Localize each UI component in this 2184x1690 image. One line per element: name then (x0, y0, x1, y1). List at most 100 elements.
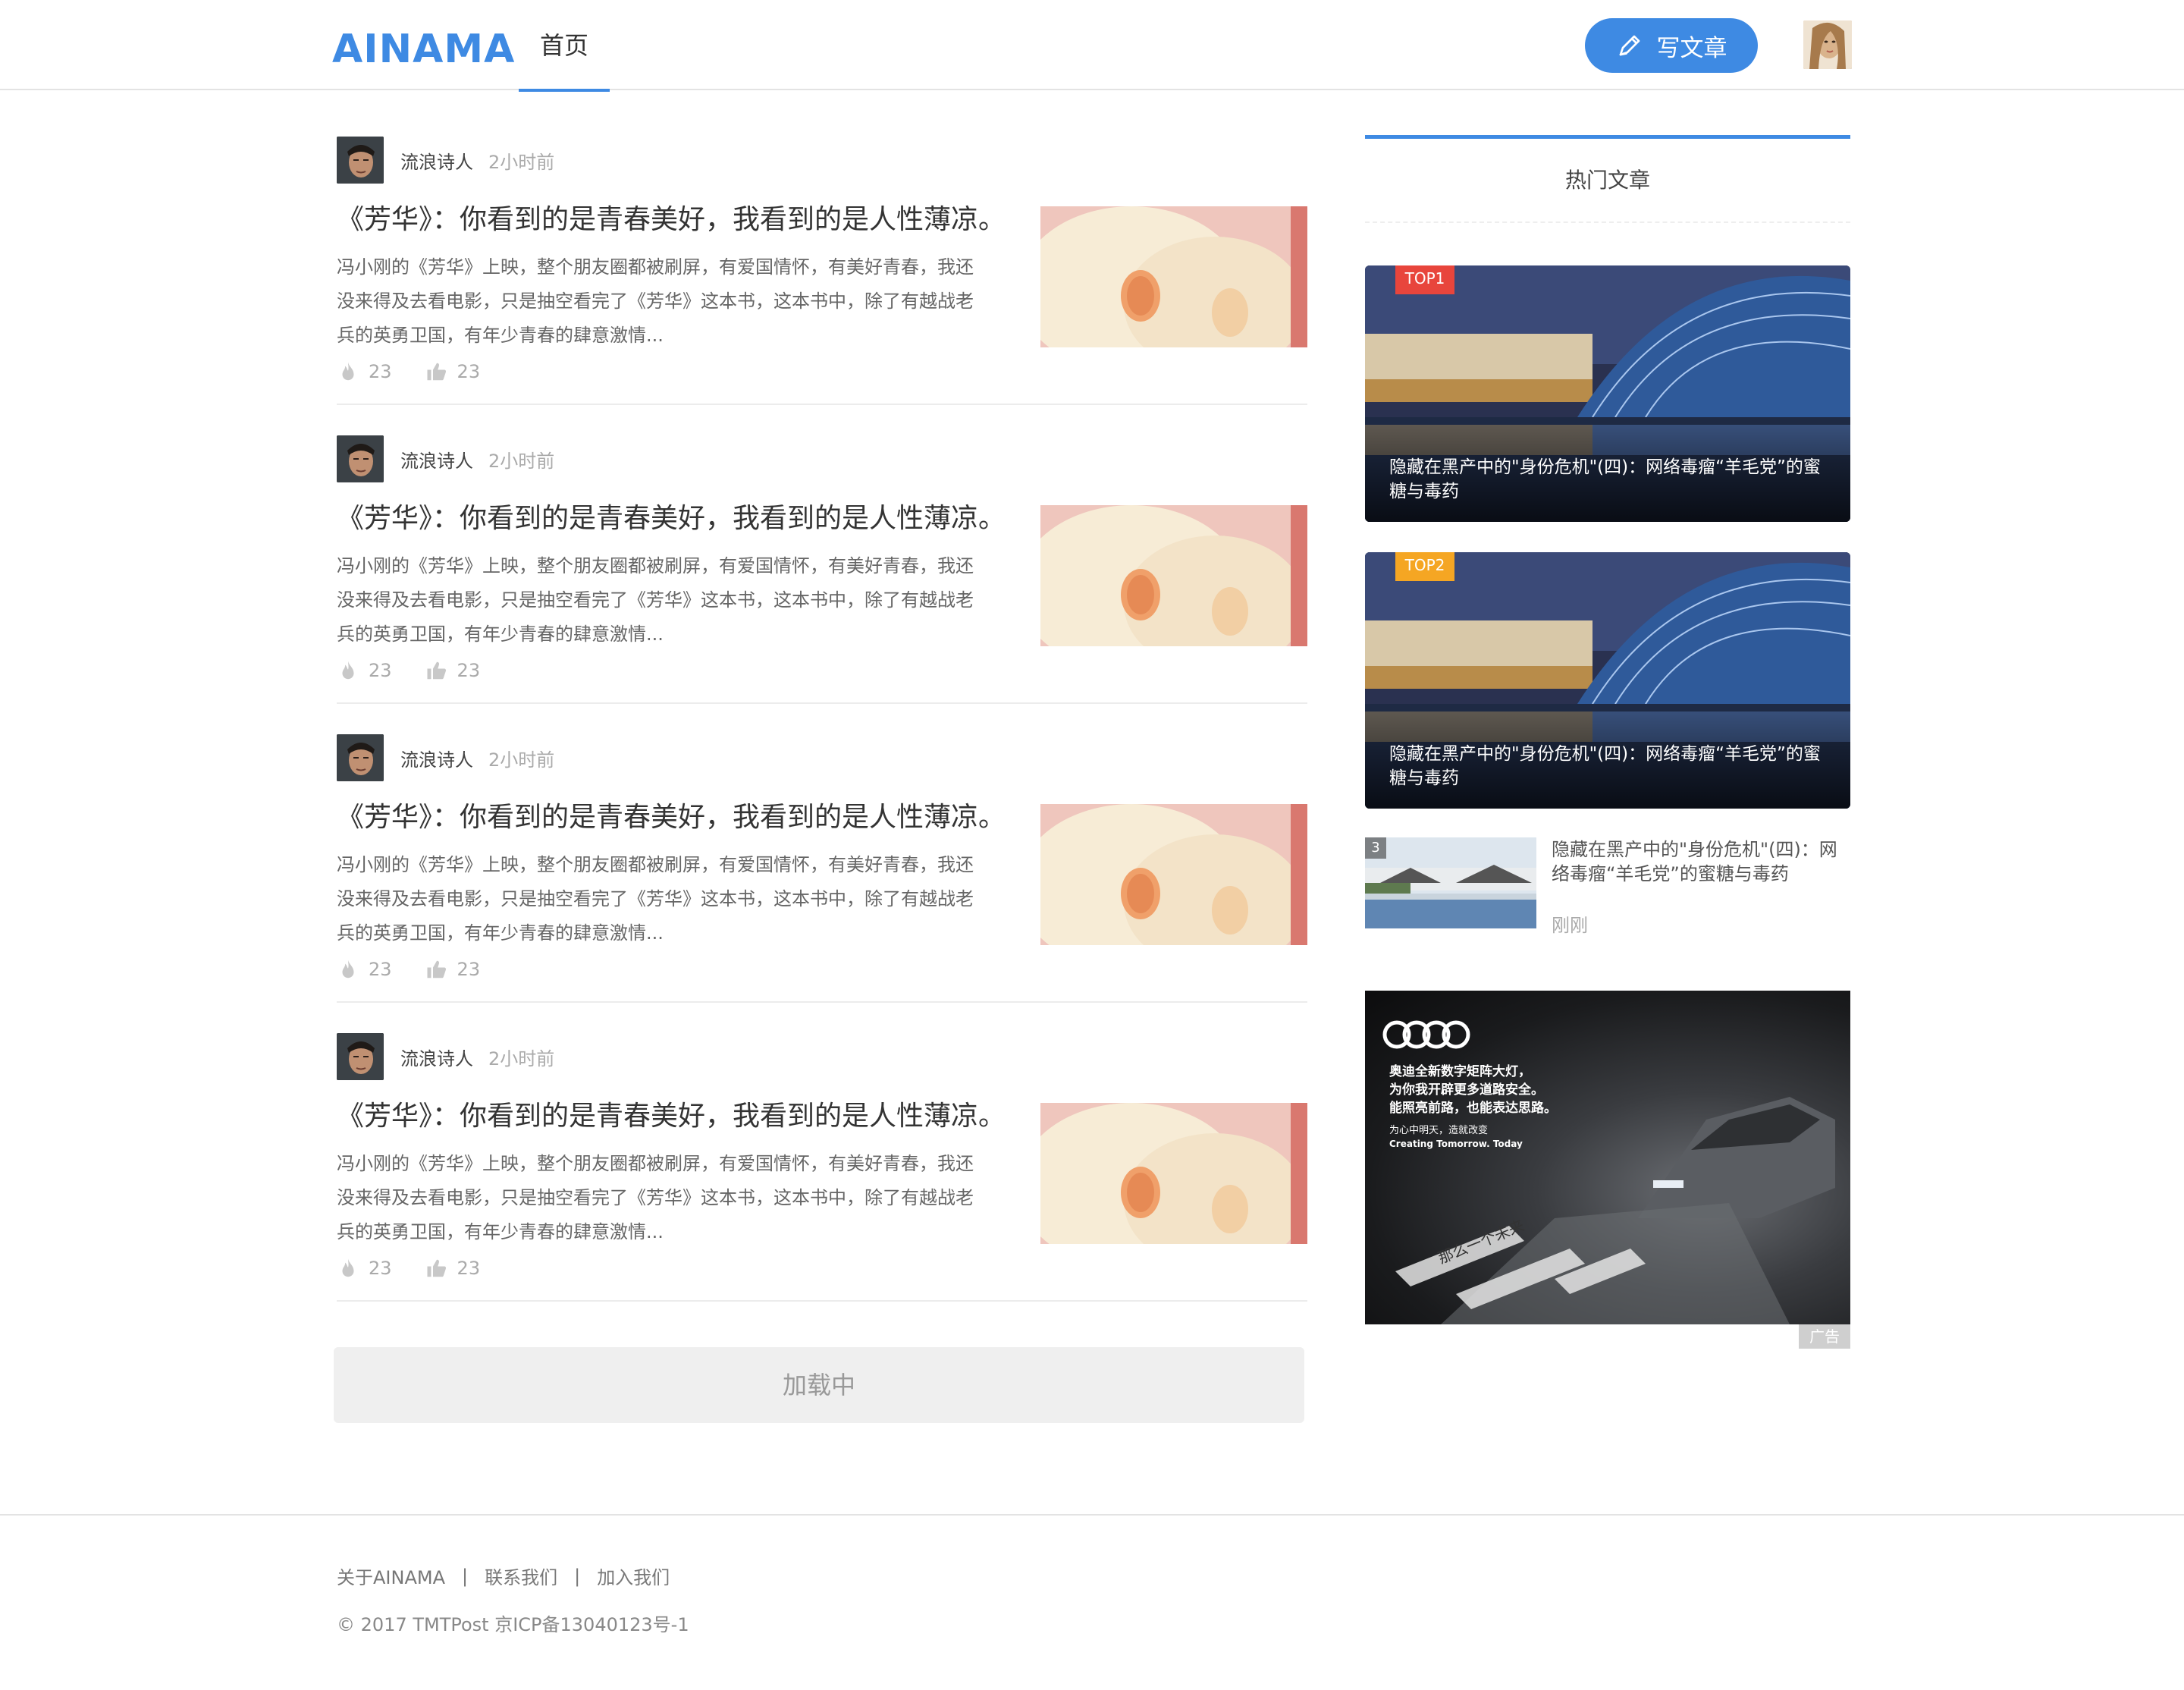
top-rank-badge: TOP1 (1395, 265, 1454, 294)
likes-stat[interactable]: 23 (425, 958, 481, 981)
article-stats: 23 23 (337, 655, 513, 686)
author-avatar[interactable] (337, 734, 384, 781)
audi-rings-logo (1382, 1020, 1470, 1049)
author-avatar-image (337, 137, 384, 184)
author-avatar-image (337, 435, 384, 482)
top-header: AINAMA 首页 写文章 (0, 0, 2184, 92)
likes-count: 23 (457, 660, 481, 681)
author-name[interactable]: 流浪诗人 (400, 446, 473, 473)
hot-article-title[interactable]: 隐藏在黑产中的"身份危机"(四)：网络毒瘤“羊毛党”的蜜糖与毒药 (1389, 742, 1837, 790)
likes-stat[interactable]: 23 (425, 659, 481, 682)
ad-headline-2: 为你我开辟更多道路安全。 (1389, 1082, 1544, 1098)
footer-link-join[interactable]: 加入我们 (597, 1563, 670, 1589)
article-item[interactable]: 流浪诗人 2小时前 《芳华》：你看到的是青春美好，我看到的是人性薄凉。 冯小刚的… (337, 106, 1307, 405)
post-time: 2小时前 (488, 451, 555, 472)
user-avatar-image (1803, 20, 1852, 69)
likes-stat[interactable]: 23 (425, 360, 481, 383)
ad-slogan-cn: 为心中明天，造就改变 (1389, 1124, 1488, 1136)
views-count: 23 (369, 361, 392, 382)
author-name[interactable]: 流浪诗人 (400, 745, 473, 771)
ad-label: 广告 (1799, 1324, 1850, 1349)
write-article-button[interactable]: 写文章 (1585, 18, 1758, 73)
nav-active-indicator (519, 89, 610, 92)
hot-article-title[interactable]: 隐藏在黑产中的"身份危机"(四)：网络毒瘤“羊毛党”的蜜糖与毒药 (1389, 455, 1837, 504)
copyright-text: © 2017 TMTPost 京ICP备13040123号-1 (337, 1614, 689, 1635)
article-title[interactable]: 《芳华》：你看到的是青春美好，我看到的是人性薄凉。 (337, 1097, 1034, 1136)
ad-headline-3: 能照亮前路，也能表达思路。 (1389, 1100, 1557, 1116)
likes-count: 23 (457, 1258, 481, 1279)
views-count: 23 (369, 959, 392, 980)
footer-link-about[interactable]: 关于AINAMA (337, 1563, 445, 1589)
article-feed: 流浪诗人 2小时前 《芳华》：你看到的是青春美好，我看到的是人性薄凉。 冯小刚的… (337, 106, 1307, 1302)
article-thumbnail[interactable] (1040, 804, 1307, 945)
likes-stat[interactable]: 23 (425, 1257, 481, 1280)
hot-article-thumbnail[interactable]: 3 (1365, 837, 1536, 928)
views-stat: 23 (337, 360, 392, 383)
views-stat: 23 (337, 1257, 392, 1280)
post-time: 2小时前 (488, 749, 555, 771)
write-article-label: 写文章 (1656, 34, 1727, 62)
hot-article-card-top1[interactable]: TOP1 隐藏在黑产中的"身份危机"(四)：网络毒瘤“羊毛党”的蜜糖与毒药 (1365, 265, 1850, 522)
article-item[interactable]: 流浪诗人 2小时前 《芳华》：你看到的是青春美好，我看到的是人性薄凉。 冯小刚的… (337, 704, 1307, 1003)
views-stat: 23 (337, 958, 392, 981)
fire-icon (342, 661, 354, 680)
author-avatar[interactable] (337, 435, 384, 482)
advertisement-banner[interactable]: 奥迪全新数字矩阵大灯， 为你我开辟更多道路安全。 能照亮前路，也能表达思路。 为… (1365, 991, 1850, 1324)
fire-icon (342, 362, 354, 381)
article-excerpt: 冯小刚的《芳华》上映，整个朋友圈都被刷屏，有爱国情怀，有美好青春，我还没来得及去… (337, 555, 974, 645)
article-item[interactable]: 流浪诗人 2小时前 《芳华》：你看到的是青春美好，我看到的是人性薄凉。 冯小刚的… (337, 405, 1307, 704)
article-excerpt: 冯小刚的《芳华》上映，整个朋友圈都被刷屏，有爱国情怀，有美好青春，我还没来得及去… (337, 854, 974, 944)
author-avatar-image (337, 1033, 384, 1080)
article-stats: 23 23 (337, 357, 513, 387)
likes-count: 23 (457, 959, 481, 980)
top-rank-badge: TOP2 (1395, 552, 1454, 581)
article-thumbnail-image (1040, 804, 1307, 945)
footer-separator: | (574, 1565, 581, 1587)
article-thumbnail[interactable] (1040, 1103, 1307, 1244)
likes-count: 23 (457, 361, 481, 382)
article-thumbnail[interactable] (1040, 505, 1307, 646)
views-count: 23 (369, 1258, 392, 1279)
nav-tab-home-label: 首页 (539, 31, 588, 60)
nav-tab-home[interactable]: 首页 (519, 0, 610, 92)
article-title[interactable]: 《芳华》：你看到的是青春美好，我看到的是人性薄凉。 (337, 499, 1034, 539)
article-title[interactable]: 《芳华》：你看到的是青春美好，我看到的是人性薄凉。 (337, 200, 1034, 240)
hot-article-item-3[interactable]: 3 隐藏在黑产中的"身份危机"(四)：网络毒瘤“羊毛党”的蜜糖与毒药 刚刚 (1365, 837, 1850, 936)
article-thumbnail-image (1040, 206, 1307, 347)
footer-separator: | (462, 1565, 469, 1587)
site-logo[interactable]: AINAMA (332, 23, 515, 76)
views-count: 23 (369, 660, 392, 681)
load-more-button[interactable]: 加载中 (334, 1347, 1304, 1423)
post-time: 2小时前 (488, 1048, 555, 1070)
author-name[interactable]: 流浪诗人 (400, 147, 473, 174)
hot-article-card-top2[interactable]: TOP2 隐藏在黑产中的"身份危机"(四)：网络毒瘤“羊毛党”的蜜糖与毒药 (1365, 552, 1850, 809)
article-thumbnail[interactable] (1040, 206, 1307, 347)
article-thumbnail-image (1040, 1103, 1307, 1244)
author-avatar-image (337, 734, 384, 781)
hot-articles-heading: 热门文章 (1365, 135, 1850, 223)
thumbs-up-icon (427, 661, 446, 680)
article-stats: 23 23 (337, 954, 513, 985)
hot-article-time: 刚刚 (1552, 915, 1588, 936)
author-avatar[interactable] (337, 137, 384, 184)
fire-icon (342, 960, 354, 979)
article-item[interactable]: 流浪诗人 2小时前 《芳华》：你看到的是青春美好，我看到的是人性薄凉。 冯小刚的… (337, 1003, 1307, 1302)
article-stats: 23 23 (337, 1253, 513, 1283)
author-avatar[interactable] (337, 1033, 384, 1080)
pen-icon (1619, 35, 1640, 56)
page-footer: 关于AINAMA | 联系我们 | 加入我们 © 2017 TMTPost 京I… (0, 1514, 2184, 1690)
ad-headline-1: 奥迪全新数字矩阵大灯， (1389, 1063, 1531, 1079)
hot-article-title[interactable]: 隐藏在黑产中的"身份危机"(四)：网络毒瘤“羊毛党”的蜜糖与毒药 (1552, 837, 1850, 886)
article-excerpt: 冯小刚的《芳华》上映，整个朋友圈都被刷屏，有爱国情怀，有美好青春，我还没来得及去… (337, 1153, 974, 1242)
thumbs-up-icon (427, 960, 446, 979)
hot-article-thumbnail-image (1365, 837, 1536, 928)
ad-slogan-en: Creating Tomorrow. Today (1389, 1139, 1523, 1149)
user-avatar[interactable] (1803, 20, 1852, 69)
article-excerpt: 冯小刚的《芳华》上映，整个朋友圈都被刷屏，有爱国情怀，有美好青春，我还没来得及去… (337, 256, 974, 346)
post-time: 2小时前 (488, 152, 555, 173)
footer-link-contact[interactable]: 联系我们 (485, 1563, 557, 1589)
thumbs-up-icon (427, 1259, 446, 1277)
article-title[interactable]: 《芳华》：你看到的是青春美好，我看到的是人性薄凉。 (337, 798, 1034, 837)
author-name[interactable]: 流浪诗人 (400, 1044, 473, 1070)
footer-links: 关于AINAMA | 联系我们 | 加入我们 (337, 1563, 670, 1589)
